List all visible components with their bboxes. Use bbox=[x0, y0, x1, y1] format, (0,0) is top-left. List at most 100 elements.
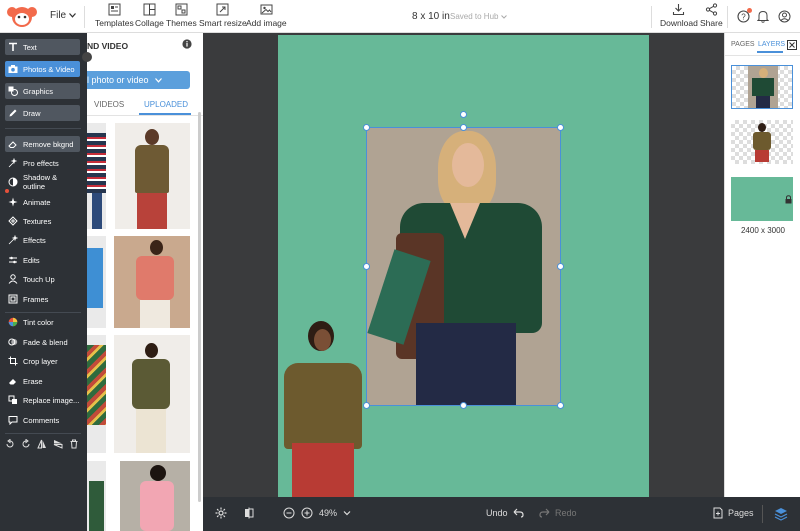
rail-item-remove-bkgnd[interactable]: Remove bkgnd bbox=[5, 136, 80, 152]
share-label: Share bbox=[700, 18, 723, 28]
uploaded-thumbnail[interactable] bbox=[115, 123, 190, 229]
rail-item-graphics[interactable]: Graphics bbox=[5, 83, 80, 99]
collapse-panel-button[interactable] bbox=[82, 52, 92, 62]
themes-button[interactable]: Themes bbox=[166, 3, 197, 31]
tab-videos[interactable]: VIDEOS bbox=[94, 100, 124, 109]
flip-horizontal-icon[interactable] bbox=[37, 439, 47, 449]
layer-photo bbox=[748, 66, 778, 108]
rail-item-label: Comments bbox=[23, 415, 60, 425]
templates-button[interactable]: Templates bbox=[95, 3, 134, 31]
compare-button[interactable] bbox=[243, 507, 255, 519]
rail-divider bbox=[5, 312, 81, 313]
resize-handle[interactable] bbox=[557, 263, 564, 270]
rail-item-animate[interactable]: Animate bbox=[5, 194, 80, 210]
rotate-left-icon[interactable] bbox=[5, 439, 15, 449]
rail-item-label: Tint color bbox=[23, 317, 54, 327]
redo-icon bbox=[539, 508, 550, 518]
tab-pages[interactable]: PAGES bbox=[731, 41, 755, 48]
rotate-handle[interactable] bbox=[460, 111, 467, 118]
uploaded-thumbnail[interactable] bbox=[87, 461, 106, 531]
add-image-button[interactable]: Add image bbox=[246, 3, 287, 31]
uploaded-thumbnail[interactable] bbox=[114, 335, 190, 453]
flip-vertical-icon[interactable] bbox=[53, 439, 63, 449]
panel-scrollbar[interactable] bbox=[198, 112, 201, 502]
rail-item-label: Draw bbox=[23, 108, 41, 118]
download-button[interactable]: Download bbox=[660, 3, 698, 31]
smart-resize-button[interactable]: Smart resize bbox=[199, 3, 247, 31]
rail-item-tint-color[interactable]: Tint color bbox=[5, 314, 80, 330]
rail-item-shadow-outline[interactable]: Shadow & outline bbox=[5, 173, 80, 191]
rail-item-crop-layer[interactable]: Crop layer bbox=[5, 353, 80, 369]
uploaded-thumbnail[interactable] bbox=[87, 123, 106, 229]
selection-box[interactable] bbox=[366, 127, 561, 406]
media-panel: ND VIDEO l photo or video VIDEOS UPLOADE… bbox=[87, 33, 203, 531]
trash-icon[interactable] bbox=[69, 439, 79, 449]
lock-icon[interactable] bbox=[785, 195, 792, 204]
text-icon bbox=[9, 42, 17, 51]
rail-item-textures[interactable]: Textures bbox=[5, 213, 80, 229]
rail-item-label: Textures bbox=[23, 216, 52, 226]
rail-item-comments[interactable]: Comments bbox=[5, 412, 80, 428]
redo-button[interactable]: Redo bbox=[539, 507, 577, 519]
right-bottom-bar: Pages bbox=[713, 497, 800, 531]
rail-item-replace-image[interactable]: Replace image... bbox=[5, 392, 80, 408]
rail-item-frames[interactable]: Frames bbox=[5, 291, 80, 307]
rail-item-edits[interactable]: Edits bbox=[5, 252, 80, 268]
zoom-out-button[interactable] bbox=[283, 507, 295, 519]
rail-item-label: Crop layer bbox=[23, 356, 58, 366]
uploaded-thumbnail[interactable] bbox=[87, 236, 106, 328]
picmonkey-logo-icon[interactable] bbox=[6, 4, 38, 28]
upload-photo-or-video-button[interactable]: l photo or video bbox=[87, 71, 190, 89]
resize-handle[interactable] bbox=[557, 124, 564, 131]
rotate-right-icon[interactable] bbox=[21, 439, 31, 449]
file-menu[interactable]: File bbox=[50, 10, 77, 21]
share-button[interactable]: Share bbox=[700, 3, 723, 31]
rail-item-draw[interactable]: Draw bbox=[5, 105, 80, 121]
rail-item-label: Graphics bbox=[23, 86, 54, 96]
pencil-icon bbox=[9, 109, 17, 117]
templates-label: Templates bbox=[95, 18, 134, 28]
document-size[interactable]: 8 x 10 in bbox=[412, 11, 450, 22]
rail-item-fade-blend[interactable]: Fade & blend bbox=[5, 334, 80, 350]
rail-item-erase[interactable]: Erase bbox=[5, 373, 80, 389]
tab-layers[interactable]: LAYERS bbox=[758, 41, 785, 48]
uploaded-thumbnail[interactable] bbox=[87, 335, 106, 453]
tab-uploaded[interactable]: UPLOADED bbox=[144, 100, 188, 109]
info-icon[interactable] bbox=[182, 39, 192, 49]
layer-background[interactable] bbox=[731, 177, 793, 221]
uploaded-thumbnail[interactable] bbox=[120, 461, 190, 531]
rail-item-text[interactable]: Text bbox=[5, 39, 80, 55]
rail-divider bbox=[5, 433, 81, 434]
notification-dot bbox=[747, 8, 752, 13]
redo-label: Redo bbox=[555, 508, 577, 518]
resize-handle[interactable] bbox=[363, 402, 370, 409]
resize-handle[interactable] bbox=[557, 402, 564, 409]
resize-handle[interactable] bbox=[460, 402, 467, 409]
undo-button[interactable]: Undo bbox=[486, 507, 524, 519]
color-wheel-icon bbox=[8, 317, 18, 327]
rail-item-touch-up[interactable]: Touch Up bbox=[5, 271, 80, 287]
bell-icon[interactable] bbox=[757, 10, 769, 23]
account-icon[interactable] bbox=[778, 10, 791, 23]
saved-status[interactable]: Saved to Hub bbox=[450, 12, 508, 21]
close-panel-icon[interactable] bbox=[787, 40, 797, 50]
layer-thumbnail[interactable] bbox=[731, 120, 793, 164]
zoom-in-icon bbox=[301, 507, 313, 519]
resize-handle[interactable] bbox=[363, 124, 370, 131]
zoom-level-dropdown[interactable]: 49% bbox=[319, 507, 353, 519]
resize-handle[interactable] bbox=[363, 263, 370, 270]
pages-button[interactable]: Pages bbox=[712, 507, 754, 519]
uploaded-thumbnail[interactable] bbox=[114, 236, 190, 328]
rail-item-pro-effects[interactable]: Pro effects bbox=[5, 155, 80, 171]
sweater-layer bbox=[284, 363, 362, 449]
layer-thumbnail-selected[interactable] bbox=[731, 65, 793, 109]
rail-item-effects[interactable]: Effects bbox=[5, 232, 80, 248]
canvas-settings-button[interactable] bbox=[215, 507, 227, 519]
svg-text:?: ? bbox=[741, 13, 746, 22]
resize-handle[interactable] bbox=[460, 124, 467, 131]
zoom-in-button[interactable] bbox=[301, 507, 313, 519]
smart-resize-icon bbox=[216, 3, 229, 16]
layers-icon[interactable] bbox=[774, 507, 788, 521]
rail-item-photos-video[interactable]: Photos & Video bbox=[5, 61, 80, 77]
collage-button[interactable]: Collage bbox=[135, 3, 164, 31]
